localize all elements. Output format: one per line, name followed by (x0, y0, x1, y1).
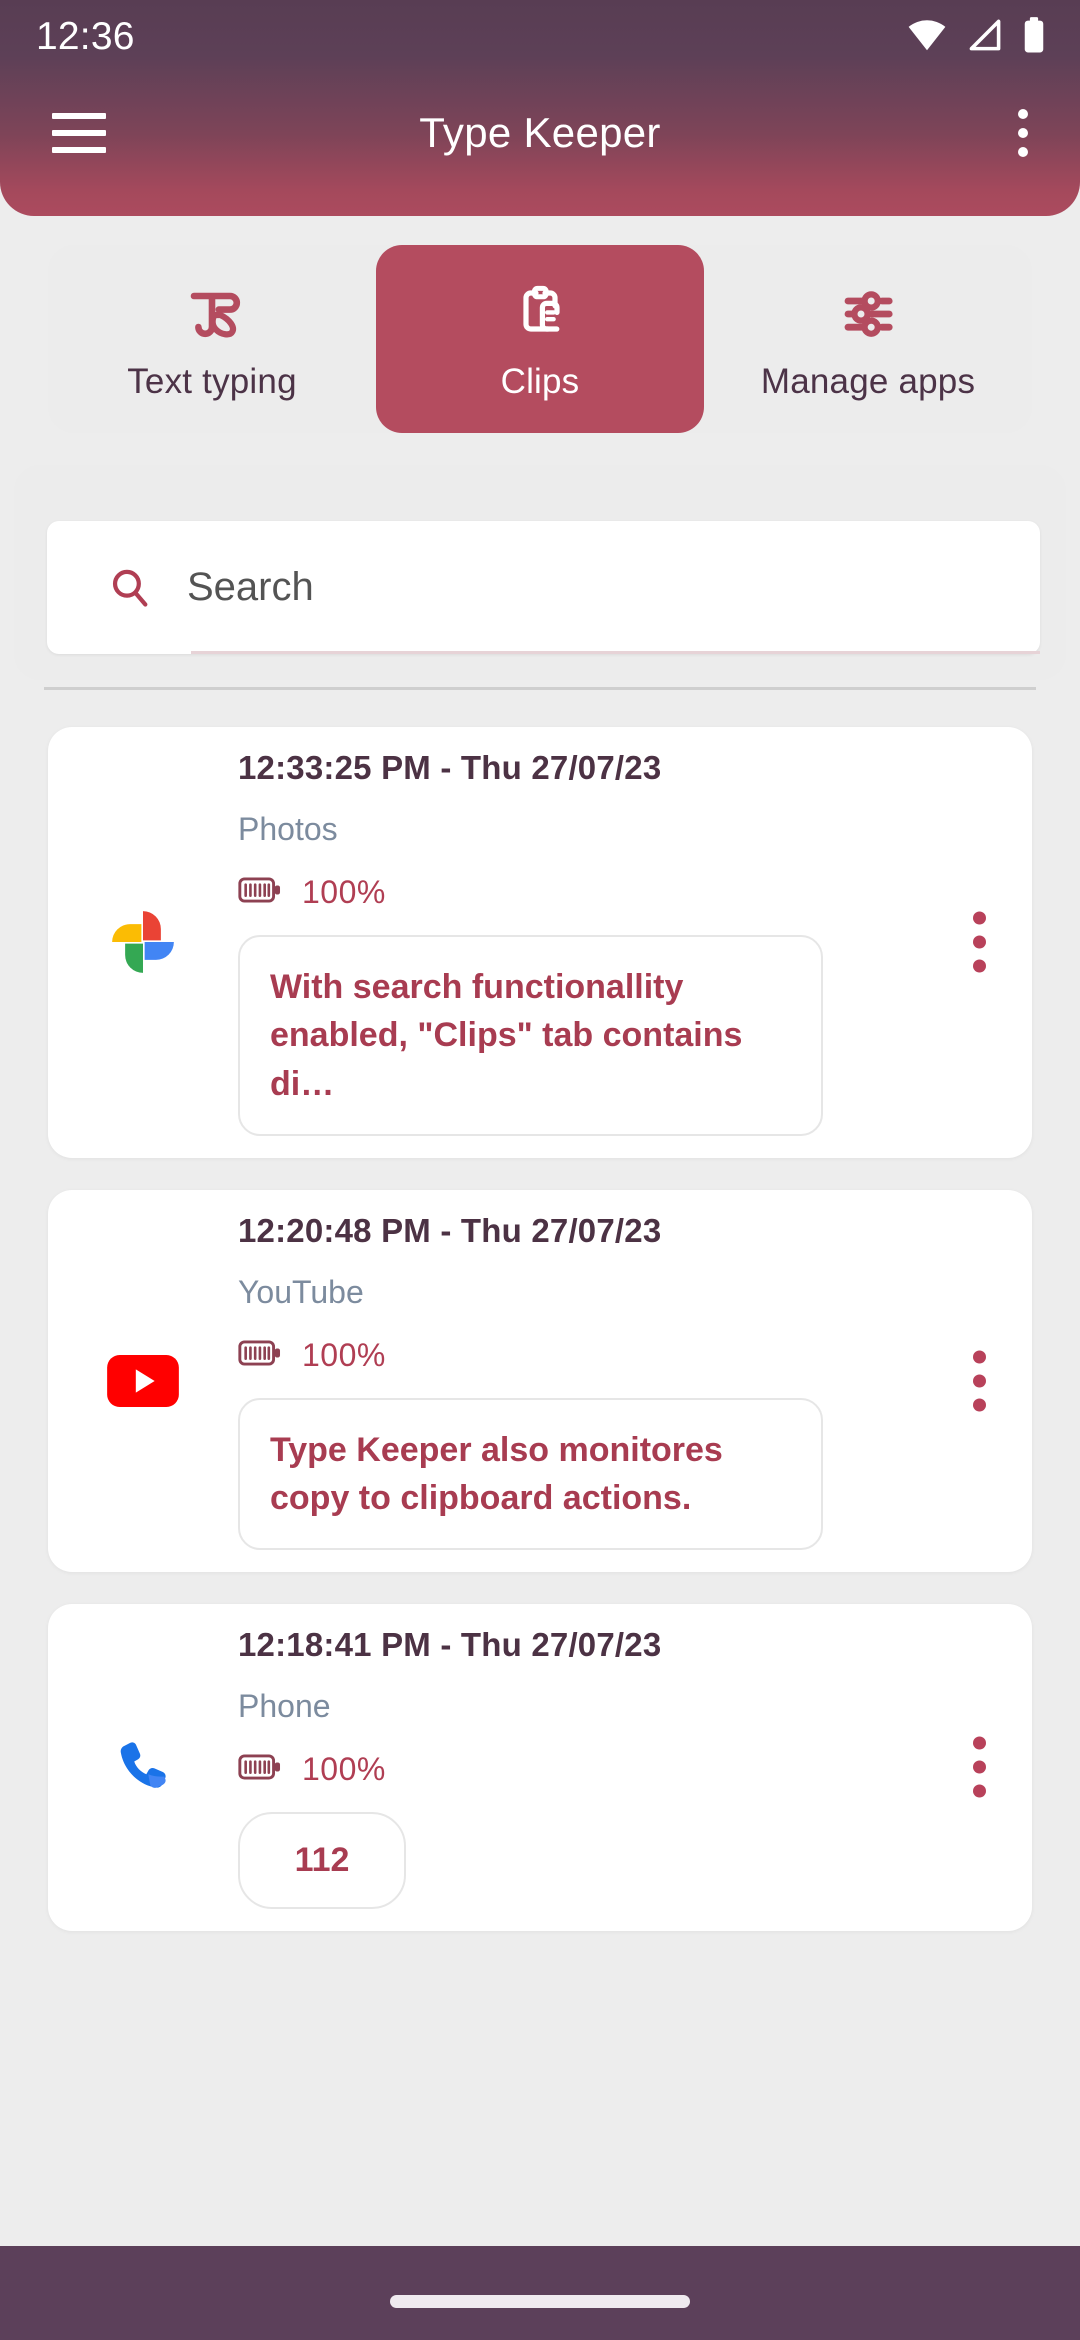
app-bar-container: 12:36 Type Keeper (0, 0, 1080, 216)
youtube-icon (48, 1355, 238, 1408)
search-input[interactable] (187, 565, 887, 610)
section-divider (44, 687, 1036, 690)
tab-bar: Text typing Clips Manage apps (48, 245, 1032, 433)
status-bar-clock: 12:36 (36, 15, 135, 58)
clip-list: 12:33:25 PM - Thu 27/07/23 Photos 100% W… (48, 727, 1032, 1963)
battery-icon (1022, 16, 1046, 59)
dot (973, 935, 986, 949)
tab-text-typing[interactable]: Text typing (48, 245, 376, 433)
dot (973, 1760, 986, 1774)
clip-card[interactable]: 12:33:25 PM - Thu 27/07/23 Photos 100% W… (48, 727, 1032, 1158)
clip-card[interactable]: 12:18:41 PM - Thu 27/07/23 Phone 100% 11… (48, 1604, 1032, 1931)
google-photos-icon (48, 903, 238, 981)
page-title: Type Keeper (419, 109, 661, 156)
clip-overflow-menu-icon[interactable] (973, 911, 986, 973)
clip-body: 12:18:41 PM - Thu 27/07/23 Phone 100% 11… (238, 1626, 1032, 1909)
clip-overflow-menu-icon[interactable] (973, 1350, 986, 1412)
clip-body: 12:33:25 PM - Thu 27/07/23 Photos 100% W… (238, 749, 1032, 1136)
tab-label: Clips (500, 362, 580, 401)
phone-icon (48, 1732, 238, 1802)
clip-app-name: Phone (238, 1688, 331, 1725)
dot (1018, 147, 1028, 157)
clip-battery-row: 100% (238, 1337, 1008, 1374)
search-box[interactable] (47, 521, 1040, 654)
dot (973, 1398, 986, 1412)
clip-overflow-menu-icon[interactable] (973, 1736, 986, 1798)
search-underline (191, 651, 1040, 654)
clip-content[interactable]: 112 (238, 1812, 406, 1909)
clipboard-icon (504, 276, 576, 352)
clip-content[interactable]: With search functionallity enabled, "Cli… (238, 935, 823, 1136)
clip-battery-row: 100% (238, 1751, 1008, 1788)
home-gesture-pill[interactable] (390, 2295, 690, 2308)
tab-label: Manage apps (760, 362, 976, 401)
clip-timestamp: 12:20:48 PM - Thu 27/07/23 (238, 1211, 662, 1249)
dot (973, 911, 986, 925)
status-bar: 12:36 (0, 0, 1080, 74)
dot (1018, 109, 1028, 119)
cell-signal-icon (966, 18, 1004, 57)
clip-battery-level: 100% (302, 1336, 386, 1373)
tab-clips[interactable]: Clips (376, 245, 704, 433)
app-bar: Type Keeper (0, 74, 1080, 192)
dot (973, 1374, 986, 1388)
clip-timestamp: 12:33:25 PM - Thu 27/07/23 (238, 749, 662, 786)
tab-manage-apps[interactable]: Manage apps (704, 245, 1032, 433)
battery-level-icon (238, 1338, 284, 1373)
tab-label: Text typing (127, 362, 297, 401)
status-bar-icons (906, 16, 1046, 59)
wifi-icon (906, 18, 948, 57)
search-icon (107, 565, 153, 611)
dot (973, 1736, 986, 1750)
system-navigation-bar (0, 2246, 1080, 2340)
battery-level-icon (238, 875, 284, 910)
sliders-icon (832, 276, 904, 352)
clip-app-name: Photos (238, 811, 338, 847)
clip-app-name: YouTube (238, 1273, 364, 1310)
battery-level-icon (238, 1752, 284, 1787)
text-typing-icon (176, 276, 248, 352)
search-panel (14, 465, 1066, 680)
dot (973, 1350, 986, 1364)
dot (973, 959, 986, 973)
overflow-menu-icon[interactable] (1018, 109, 1028, 157)
clip-timestamp: 12:18:41 PM - Thu 27/07/23 (238, 1626, 662, 1664)
clip-battery-level: 100% (302, 1751, 386, 1788)
clip-battery-level: 100% (302, 874, 386, 910)
clip-body: 12:20:48 PM - Thu 27/07/23 YouTube 100% … (238, 1212, 1032, 1551)
clip-battery-row: 100% (238, 874, 1008, 911)
dot (1018, 128, 1028, 138)
clip-card[interactable]: 12:20:48 PM - Thu 27/07/23 YouTube 100% … (48, 1189, 1032, 1573)
dot (973, 1784, 986, 1798)
clip-content[interactable]: Type Keeper also monitores copy to clipb… (238, 1397, 823, 1551)
